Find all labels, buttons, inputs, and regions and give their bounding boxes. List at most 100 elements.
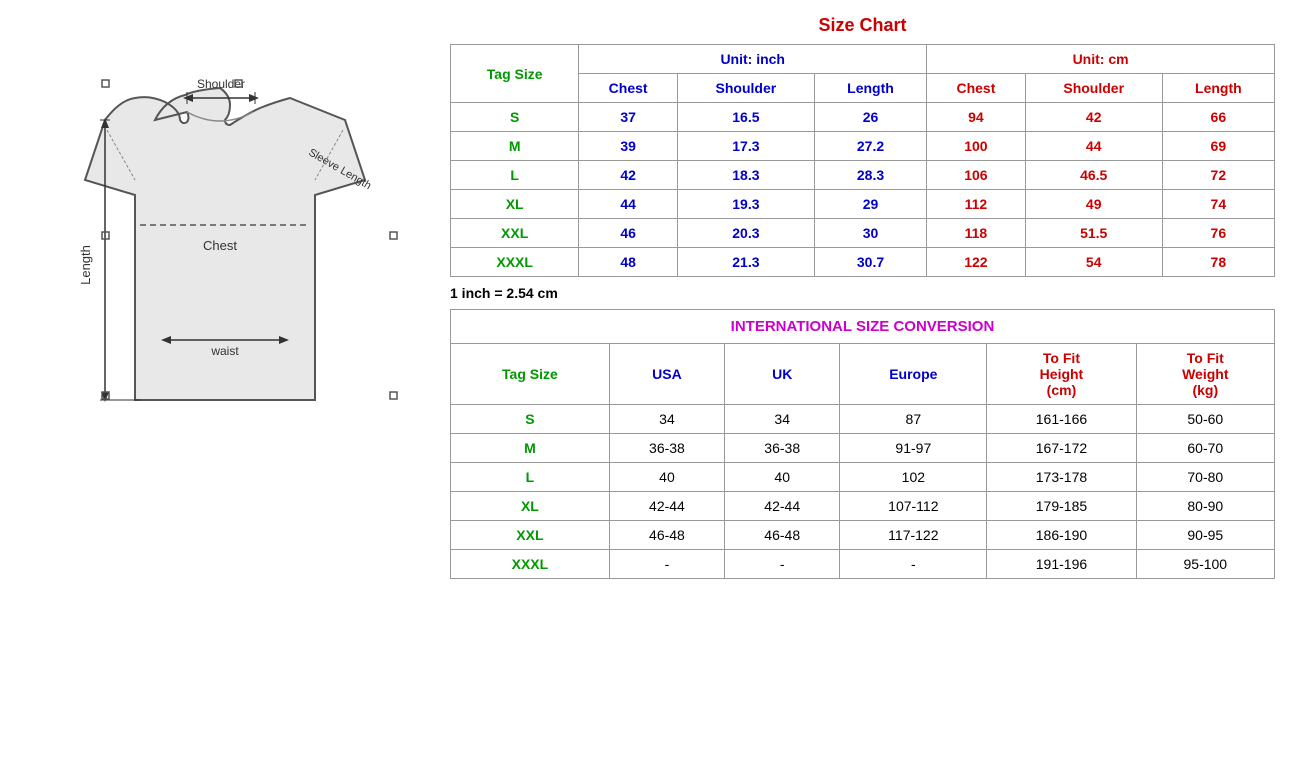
cm-shoulder-cell: 46.5 bbox=[1025, 161, 1162, 190]
inch-chest-header: Chest bbox=[579, 74, 678, 103]
cm-length-cell: 69 bbox=[1162, 132, 1274, 161]
intl-size-row: XXL 46-48 46-48 117-122 186-190 90-95 bbox=[451, 521, 1275, 550]
cm-shoulder-cell: 42 bbox=[1025, 103, 1162, 132]
inch-shoulder-cell: 16.5 bbox=[677, 103, 814, 132]
intl-size-row: XXXL - - - 191-196 95-100 bbox=[451, 550, 1275, 579]
intl-europe-cell: 107-112 bbox=[840, 492, 987, 521]
intl-height-cell: 179-185 bbox=[987, 492, 1136, 521]
size-chart-title: Size Chart bbox=[450, 15, 1275, 36]
intl-uk-cell: 36-38 bbox=[725, 434, 840, 463]
cm-length-header: Length bbox=[1162, 74, 1274, 103]
size-chart-row: XXXL 48 21.3 30.7 122 54 78 bbox=[451, 248, 1275, 277]
intl-height-cell: 161-166 bbox=[987, 405, 1136, 434]
svg-text:Length: Length bbox=[78, 245, 93, 285]
intl-usa-header: USA bbox=[609, 344, 724, 405]
cm-chest-cell: 100 bbox=[927, 132, 1026, 161]
intl-size-row: L 40 40 102 173-178 70-80 bbox=[451, 463, 1275, 492]
intl-usa-cell: 34 bbox=[609, 405, 724, 434]
intl-usa-cell: - bbox=[609, 550, 724, 579]
inch-chest-cell: 46 bbox=[579, 219, 678, 248]
inch-length-cell: 30.7 bbox=[814, 248, 926, 277]
intl-usa-cell: 40 bbox=[609, 463, 724, 492]
cm-shoulder-header: Shoulder bbox=[1025, 74, 1162, 103]
inch-length-header: Length bbox=[814, 74, 926, 103]
intl-europe-cell: - bbox=[840, 550, 987, 579]
conversion-note: 1 inch = 2.54 cm bbox=[450, 285, 1275, 301]
tag-size-cell: XL bbox=[451, 190, 579, 219]
tag-size-cell: XXL bbox=[451, 219, 579, 248]
cm-group-header: Unit: cm bbox=[927, 45, 1275, 74]
intl-europe-cell: 102 bbox=[840, 463, 987, 492]
size-chart-row: L 42 18.3 28.3 106 46.5 72 bbox=[451, 161, 1275, 190]
inch-group-header: Unit: inch bbox=[579, 45, 927, 74]
svg-text:Shoulder: Shoulder bbox=[197, 77, 245, 91]
inch-chest-cell: 48 bbox=[579, 248, 678, 277]
intl-height-header: To FitHeight(cm) bbox=[987, 344, 1136, 405]
cm-length-cell: 76 bbox=[1162, 219, 1274, 248]
right-panel: Size Chart Tag Size Unit: inch Unit: cm … bbox=[440, 10, 1285, 584]
intl-tag-cell: M bbox=[451, 434, 610, 463]
intl-size-row: M 36-38 36-38 91-97 167-172 60-70 bbox=[451, 434, 1275, 463]
intl-europe-header: Europe bbox=[840, 344, 987, 405]
inch-shoulder-cell: 21.3 bbox=[677, 248, 814, 277]
tag-size-cell: XXXL bbox=[451, 248, 579, 277]
tag-size-cell: M bbox=[451, 132, 579, 161]
cm-chest-cell: 106 bbox=[927, 161, 1026, 190]
cm-length-cell: 74 bbox=[1162, 190, 1274, 219]
tshirt-diagram-panel: Length Shoulder Sleeve Length Chest wais… bbox=[10, 10, 440, 470]
intl-weight-cell: 95-100 bbox=[1136, 550, 1274, 579]
cm-shoulder-cell: 44 bbox=[1025, 132, 1162, 161]
inch-length-cell: 27.2 bbox=[814, 132, 926, 161]
cm-shoulder-cell: 54 bbox=[1025, 248, 1162, 277]
cm-chest-cell: 112 bbox=[927, 190, 1026, 219]
inch-chest-cell: 37 bbox=[579, 103, 678, 132]
tag-size-cell: S bbox=[451, 103, 579, 132]
inch-length-cell: 29 bbox=[814, 190, 926, 219]
intl-tag-cell: L bbox=[451, 463, 610, 492]
inch-shoulder-cell: 17.3 bbox=[677, 132, 814, 161]
intl-size-table: INTERNATIONAL SIZE CONVERSION Tag Size U… bbox=[450, 309, 1275, 579]
inch-shoulder-header: Shoulder bbox=[677, 74, 814, 103]
size-chart-row: S 37 16.5 26 94 42 66 bbox=[451, 103, 1275, 132]
intl-weight-cell: 50-60 bbox=[1136, 405, 1274, 434]
intl-size-row: S 34 34 87 161-166 50-60 bbox=[451, 405, 1275, 434]
inch-length-cell: 28.3 bbox=[814, 161, 926, 190]
intl-tag-cell: S bbox=[451, 405, 610, 434]
cm-shoulder-cell: 49 bbox=[1025, 190, 1162, 219]
intl-usa-cell: 36-38 bbox=[609, 434, 724, 463]
inch-length-cell: 30 bbox=[814, 219, 926, 248]
intl-tag-cell: XXXL bbox=[451, 550, 610, 579]
cm-length-cell: 72 bbox=[1162, 161, 1274, 190]
intl-height-cell: 167-172 bbox=[987, 434, 1136, 463]
intl-uk-cell: - bbox=[725, 550, 840, 579]
tag-size-cell: L bbox=[451, 161, 579, 190]
intl-tag-cell: XXL bbox=[451, 521, 610, 550]
intl-uk-cell: 40 bbox=[725, 463, 840, 492]
inch-shoulder-cell: 18.3 bbox=[677, 161, 814, 190]
intl-uk-cell: 42-44 bbox=[725, 492, 840, 521]
cm-length-cell: 78 bbox=[1162, 248, 1274, 277]
intl-height-cell: 186-190 bbox=[987, 521, 1136, 550]
intl-size-row: XL 42-44 42-44 107-112 179-185 80-90 bbox=[451, 492, 1275, 521]
size-chart-table: Tag Size Unit: inch Unit: cm Chest Shoul… bbox=[450, 44, 1275, 277]
inch-chest-cell: 42 bbox=[579, 161, 678, 190]
size-chart-row: XXL 46 20.3 30 118 51.5 76 bbox=[451, 219, 1275, 248]
tag-size-header: Tag Size bbox=[451, 45, 579, 103]
svg-text:Chest: Chest bbox=[203, 238, 237, 253]
intl-usa-cell: 46-48 bbox=[609, 521, 724, 550]
intl-weight-cell: 80-90 bbox=[1136, 492, 1274, 521]
intl-uk-cell: 46-48 bbox=[725, 521, 840, 550]
cm-chest-header: Chest bbox=[927, 74, 1026, 103]
tshirt-diagram: Length Shoulder Sleeve Length Chest wais… bbox=[35, 40, 415, 460]
inch-shoulder-cell: 19.3 bbox=[677, 190, 814, 219]
intl-uk-cell: 34 bbox=[725, 405, 840, 434]
svg-text:waist: waist bbox=[210, 344, 239, 358]
intl-europe-cell: 91-97 bbox=[840, 434, 987, 463]
intl-europe-cell: 87 bbox=[840, 405, 987, 434]
intl-weight-cell: 90-95 bbox=[1136, 521, 1274, 550]
intl-weight-cell: 70-80 bbox=[1136, 463, 1274, 492]
intl-uk-header: UK bbox=[725, 344, 840, 405]
cm-chest-cell: 94 bbox=[927, 103, 1026, 132]
cm-shoulder-cell: 51.5 bbox=[1025, 219, 1162, 248]
intl-height-cell: 191-196 bbox=[987, 550, 1136, 579]
